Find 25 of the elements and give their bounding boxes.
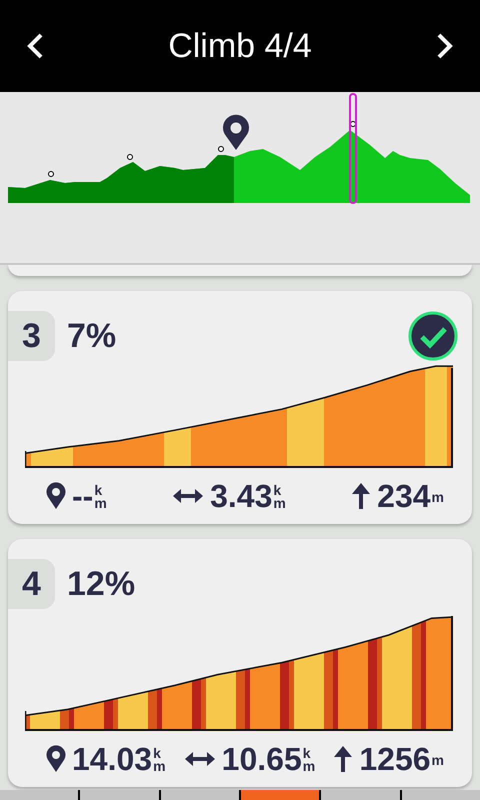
climb-grade: 12% <box>67 564 136 604</box>
length-value: 3.43 <box>210 478 272 514</box>
climb-number: 4 <box>8 559 55 609</box>
climb-number: 3 <box>8 311 55 361</box>
elevation-gain-unit: m <box>432 488 444 506</box>
length-unit: k m <box>273 481 286 513</box>
elevation-gain-unit: m <box>432 750 444 770</box>
chevron-right-icon <box>436 33 454 59</box>
distance-value: 14.03 <box>72 740 152 778</box>
horizontal-arrows-icon <box>184 749 216 769</box>
length-value: 10.65 <box>222 740 302 778</box>
chevron-left-icon <box>26 33 44 59</box>
location-pin-icon <box>46 745 66 773</box>
distance-value: -- <box>72 478 94 514</box>
up-arrow-icon <box>351 482 372 510</box>
screen-title: Climb 4/4 <box>168 26 312 66</box>
location-pin-icon <box>46 482 66 510</box>
up-arrow-icon <box>333 745 354 773</box>
climb-grade: 7% <box>67 316 116 356</box>
length-unit: k m <box>302 744 316 776</box>
horizontal-arrows-icon <box>172 486 204 506</box>
elevation-gain-value: 1256 <box>359 740 431 778</box>
elevation-gain-value: 234 <box>377 478 431 514</box>
distance-unit: k m <box>94 481 107 513</box>
distance-unit: k m <box>153 744 166 776</box>
